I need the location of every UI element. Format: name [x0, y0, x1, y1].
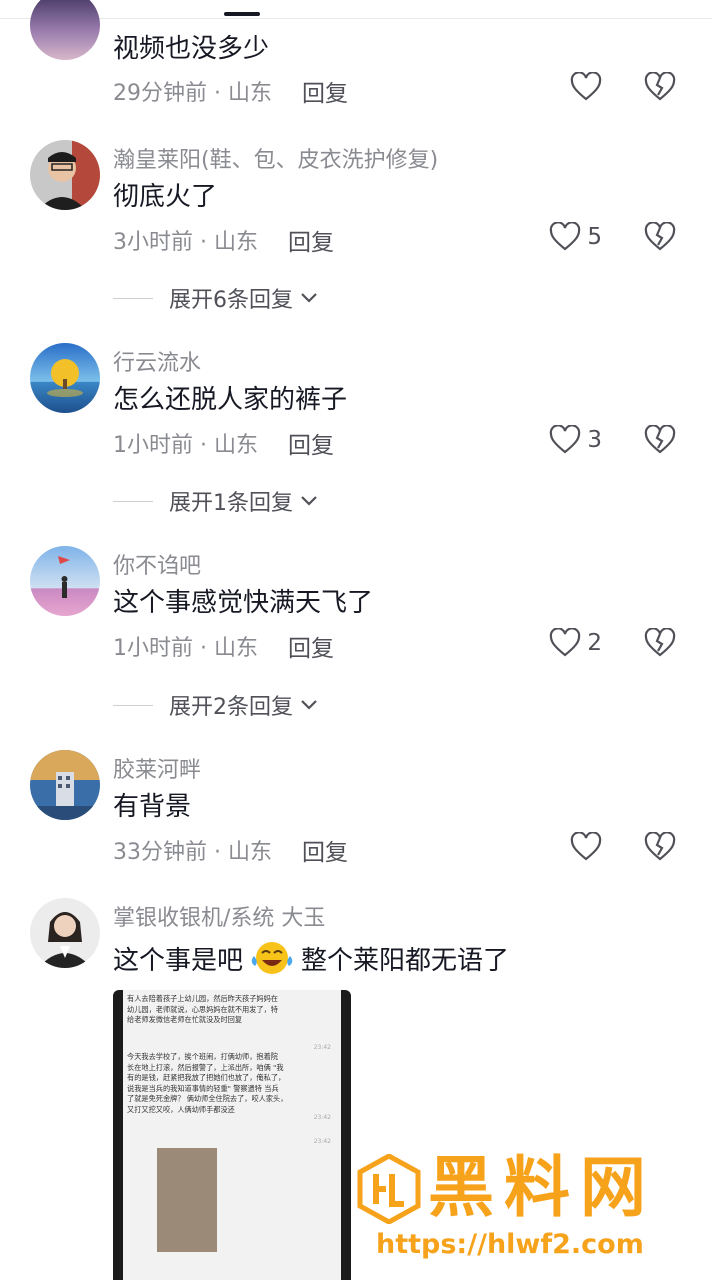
- divider: [113, 500, 153, 502]
- reply-button[interactable]: 回复: [288, 629, 334, 663]
- heart-icon: [550, 222, 581, 251]
- heart-icon: [570, 832, 602, 861]
- chevron-down-icon: [301, 293, 317, 303]
- heart-icon: [550, 425, 581, 454]
- comment-text: 这个事感觉快满天飞了: [113, 588, 374, 618]
- avatar[interactable]: [30, 898, 100, 968]
- broken-heart-icon: [644, 831, 676, 861]
- comment-meta: 33分钟前 · 山东 回复: [113, 833, 348, 867]
- expand-replies-label: 展开6条回复: [169, 288, 293, 313]
- broken-heart-icon: [644, 221, 676, 251]
- screenshot-text: 有人去陪着孩子上幼儿园，然后昨天孩子妈妈在 幼儿园，老师就说，心思妈妈在就不用发…: [127, 994, 278, 1024]
- like-button[interactable]: 2: [549, 628, 602, 658]
- avatar[interactable]: [30, 0, 100, 60]
- watermark-url: https://hlwf2.com: [376, 1229, 644, 1260]
- expand-replies-button[interactable]: 展开1条回复: [113, 485, 319, 517]
- comment-meta: 1小时前 · 山东 回复: [113, 629, 334, 663]
- like-button[interactable]: 5: [549, 222, 602, 252]
- dislike-button[interactable]: [644, 831, 676, 866]
- watermark: 黑料网 https://hlwf2.com: [356, 1148, 686, 1274]
- time-location: 33分钟前 · 山东: [113, 840, 272, 865]
- chevron-down-icon: [301, 700, 317, 710]
- username[interactable]: 胶莱河畔: [113, 752, 201, 784]
- avatar[interactable]: [30, 546, 100, 616]
- like-button[interactable]: [570, 72, 602, 102]
- username[interactable]: 掌银收银机/系统 大玉: [113, 900, 325, 932]
- divider: [113, 297, 153, 299]
- avatar[interactable]: [30, 140, 100, 210]
- comment-text: 这个事是吧 整个莱阳都无语了: [113, 938, 509, 978]
- comment-text: 有背景: [113, 792, 192, 822]
- reply-button[interactable]: 回复: [288, 426, 334, 460]
- like-button[interactable]: [570, 832, 602, 862]
- screenshot-text: 今天我去学校了，挨个班闹，打俩幼师，抱着院 长在地上打滚，然后报警了，上派出所，…: [127, 1052, 288, 1114]
- comment-text-part: 这个事是吧: [113, 945, 244, 976]
- expand-replies-button[interactable]: 展开2条回复: [113, 689, 319, 721]
- heart-icon: [550, 628, 581, 657]
- top-divider: [0, 18, 712, 19]
- reply-button[interactable]: 回复: [302, 833, 348, 867]
- time-location: 3小时前 · 山东: [113, 230, 258, 255]
- comment-text: 怎么还脱人家的裤子: [113, 385, 348, 415]
- comment-image[interactable]: 有人去陪着孩子上幼儿园，然后昨天孩子妈妈在 幼儿园，老师就说，心思妈妈在就不用发…: [113, 990, 351, 1280]
- heart-icon: [570, 72, 602, 101]
- video-thumbnail: [157, 1148, 217, 1252]
- reply-button[interactable]: 回复: [288, 223, 334, 257]
- comment-text-part: 整个莱阳都无语了: [301, 945, 510, 976]
- expand-replies-label: 展开2条回复: [169, 695, 293, 720]
- watermark-title: 黑料网: [428, 1149, 656, 1226]
- dislike-button[interactable]: [644, 221, 676, 256]
- comment-text: 视频也没多少: [113, 34, 270, 64]
- screenshot-time: 23:42: [313, 1114, 331, 1121]
- like-count: 3: [587, 427, 602, 453]
- comment-meta: 1小时前 · 山东 回复: [113, 426, 334, 460]
- divider: [113, 704, 153, 706]
- time-location: 1小时前 · 山东: [113, 636, 258, 661]
- drag-handle[interactable]: [224, 12, 260, 16]
- username[interactable]: 行云流水: [113, 345, 201, 377]
- time-location: 29分钟前 · 山东: [113, 81, 272, 106]
- username[interactable]: 瀚皇莱阳(鞋、包、皮衣洗护修复): [113, 142, 438, 174]
- avatar[interactable]: [30, 750, 100, 820]
- time-location: 1小时前 · 山东: [113, 433, 258, 458]
- broken-heart-icon: [644, 71, 676, 101]
- like-button[interactable]: 3: [549, 425, 602, 455]
- laughing-tears-emoji-icon: [251, 942, 293, 974]
- username[interactable]: 你不诌吧: [113, 548, 201, 580]
- dislike-button[interactable]: [644, 71, 676, 106]
- dislike-button[interactable]: [644, 424, 676, 459]
- chevron-down-icon: [301, 496, 317, 506]
- chat-screenshot-page: [123, 990, 341, 1280]
- screenshot-time: 23:42: [313, 1138, 331, 1145]
- like-count: 5: [587, 224, 602, 250]
- comment-text: 彻底火了: [113, 182, 218, 212]
- comment-meta: 3小时前 · 山东 回复: [113, 223, 334, 257]
- broken-heart-icon: [644, 424, 676, 454]
- avatar[interactable]: [30, 343, 100, 413]
- comment-meta: 29分钟前 · 山东 回复: [113, 74, 348, 108]
- screenshot-time: 23:42: [313, 1044, 331, 1051]
- dislike-button[interactable]: [644, 627, 676, 662]
- broken-heart-icon: [644, 627, 676, 657]
- reply-button[interactable]: 回复: [302, 74, 348, 108]
- like-count: 2: [587, 630, 602, 656]
- expand-replies-button[interactable]: 展开6条回复: [113, 282, 319, 314]
- expand-replies-label: 展开1条回复: [169, 491, 293, 516]
- watermark-logo-icon: [357, 1154, 421, 1224]
